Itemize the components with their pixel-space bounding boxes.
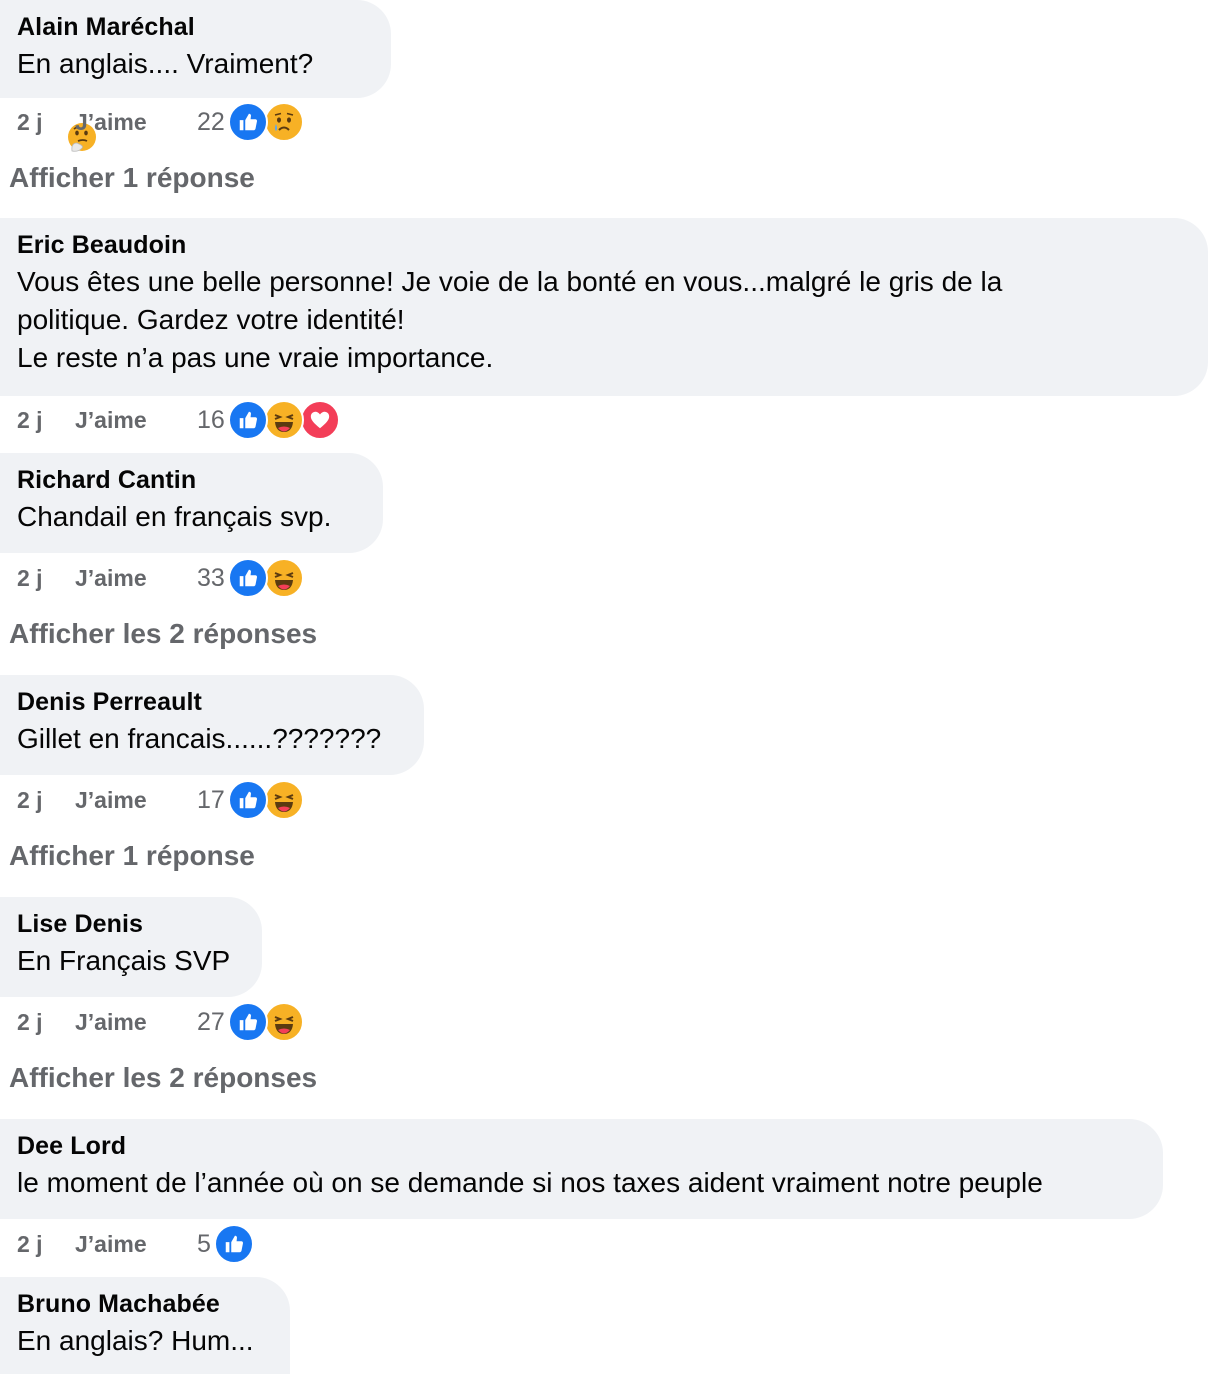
comment-author[interactable]: Lise Denis xyxy=(17,910,238,938)
reaction-count[interactable]: 16 xyxy=(197,406,225,435)
comment-text-line: Le reste n’a pas une vraie importance. xyxy=(17,342,494,373)
comment-bubble[interactable]: Dee Lord le moment de l’année où on se d… xyxy=(0,1119,1163,1219)
like-reaction-icon xyxy=(227,400,268,440)
comment-text: Chandail en français svp. xyxy=(17,501,332,532)
like-reaction-icon xyxy=(227,102,268,142)
comment-text: Vous êtes une belle personne! Je voie de… xyxy=(17,263,1184,377)
reaction-count[interactable]: 17 xyxy=(197,786,225,815)
haha-reaction-icon xyxy=(263,558,304,598)
comment-time[interactable]: 2 j xyxy=(17,407,75,434)
view-replies-link[interactable]: Afficher les 2 réponses xyxy=(9,618,317,650)
reaction-summary[interactable] xyxy=(227,780,304,820)
comment-bubble[interactable]: Bruno Machabée En anglais? Hum... xyxy=(0,1277,290,1374)
comment-author[interactable]: Richard Cantin xyxy=(17,466,359,494)
comment-text-line: politique. Gardez votre identité! xyxy=(17,304,405,335)
love-reaction-icon xyxy=(299,400,340,440)
comment-bubble[interactable]: Alain Maréchal En anglais.... Vraiment? xyxy=(0,0,391,152)
like-button[interactable]: J’aime xyxy=(75,787,197,814)
reaction-count[interactable]: 22 xyxy=(197,108,225,137)
like-reaction-icon xyxy=(213,1224,254,1264)
comment-bubble[interactable]: Eric Beaudoin Vous êtes une belle person… xyxy=(0,218,1208,396)
like-button[interactable]: J’aime xyxy=(75,1231,197,1258)
comment-actions: 2 j J’aime 5 xyxy=(17,1224,254,1264)
reaction-summary[interactable] xyxy=(227,1002,304,1042)
view-replies-link[interactable]: Afficher 1 réponse xyxy=(9,840,255,872)
like-reaction-icon xyxy=(227,1002,268,1042)
view-replies-link[interactable]: Afficher 1 réponse xyxy=(9,162,255,194)
like-button[interactable]: J’aime xyxy=(75,1009,197,1036)
comment-bubble[interactable]: Denis Perreault Gillet en francais......… xyxy=(0,675,424,775)
comment-actions: 2 j J’aime 22 xyxy=(17,102,304,142)
reaction-count[interactable]: 27 xyxy=(197,1008,225,1037)
comment-author[interactable]: Bruno Machabée xyxy=(17,1290,266,1318)
comment-time[interactable]: 2 j xyxy=(17,109,75,136)
comment-author[interactable]: Alain Maréchal xyxy=(17,13,367,41)
comment-actions: 2 j J’aime 27 xyxy=(17,1002,304,1042)
comment-text-line: Vous êtes une belle personne! Je voie de… xyxy=(17,266,1003,297)
reaction-summary[interactable] xyxy=(213,1224,254,1264)
comment-time[interactable]: 2 j xyxy=(17,1009,75,1036)
comment-author[interactable]: Denis Perreault xyxy=(17,688,400,716)
comment-text: En Français SVP xyxy=(17,945,231,976)
haha-reaction-icon xyxy=(263,400,304,440)
like-reaction-icon xyxy=(227,558,268,598)
comment-text: Gillet en francais......??????? xyxy=(17,723,382,754)
comment-bubble[interactable]: Richard Cantin Chandail en français svp. xyxy=(0,453,383,553)
like-button[interactable]: J’aime xyxy=(75,565,197,592)
comment-actions: 2 j J’aime 17 xyxy=(17,780,304,820)
haha-reaction-icon xyxy=(263,780,304,820)
comment-bubble[interactable]: Lise Denis En Français SVP xyxy=(0,897,262,997)
comment-time[interactable]: 2 j xyxy=(17,1231,75,1258)
comment-text: En anglais? Hum... xyxy=(17,1325,254,1356)
comment-time[interactable]: 2 j xyxy=(17,787,75,814)
like-button[interactable]: J’aime xyxy=(75,407,197,434)
sad-reaction-icon xyxy=(263,102,304,142)
like-reaction-icon xyxy=(227,780,268,820)
reaction-count[interactable]: 33 xyxy=(197,564,225,593)
comment-author[interactable]: Eric Beaudoin xyxy=(17,231,1184,259)
reaction-summary[interactable] xyxy=(227,102,304,142)
comment-author[interactable]: Dee Lord xyxy=(17,1132,1139,1160)
comment-actions: 2 j J’aime 16 xyxy=(17,400,340,440)
reaction-summary[interactable] xyxy=(227,558,304,598)
comment-text: le moment de l’année où on se demande si… xyxy=(17,1167,1043,1198)
comment-time[interactable]: 2 j xyxy=(17,565,75,592)
view-replies-link[interactable]: Afficher les 2 réponses xyxy=(9,1062,317,1094)
reaction-summary[interactable] xyxy=(227,400,340,440)
haha-reaction-icon xyxy=(263,1002,304,1042)
like-button[interactable]: J’aime xyxy=(75,109,197,136)
reaction-count[interactable]: 5 xyxy=(197,1230,211,1259)
comment-actions: 2 j J’aime 33 xyxy=(17,558,304,598)
